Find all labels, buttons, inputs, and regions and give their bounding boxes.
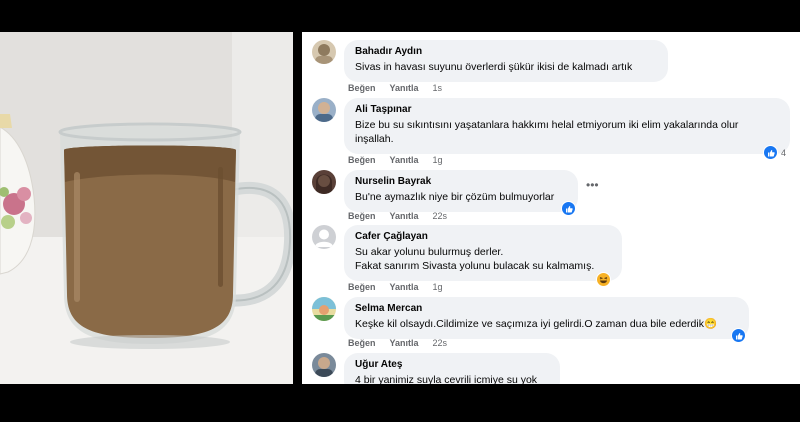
comment-time: 22s [432, 211, 448, 221]
like-link[interactable]: Beğen [348, 211, 376, 221]
comment-text: 4 bir yanimiz suyla cevrili icmiye su yo… [355, 374, 538, 384]
comments-panel[interactable]: Bahadır Aydın Sivas in havası suyunu öve… [302, 32, 800, 384]
comment-line: Bize bu su sıkıntısını yaşatanlara hakkı… [355, 119, 739, 131]
comment-author[interactable]: Bahadır Aydın [355, 45, 657, 58]
muddy-water-mug-image [0, 32, 293, 384]
comment-actions: Beğen Yanıtla 1s [348, 83, 456, 93]
comment-author[interactable]: Selma Mercan [355, 302, 738, 315]
comment-author[interactable]: Uğur Ateş [355, 358, 549, 371]
like-reaction-icon [561, 201, 576, 216]
reaction-summary[interactable] [731, 328, 746, 343]
reaction-summary[interactable] [596, 272, 611, 287]
comment-actions: Beğen Yanıtla 22s [348, 338, 461, 348]
avatar[interactable] [312, 225, 336, 249]
reply-link[interactable]: Yanıtla [390, 83, 419, 93]
avatar[interactable] [312, 40, 336, 64]
reaction-summary[interactable] [561, 201, 576, 216]
haha-reaction-icon [596, 272, 611, 287]
like-reaction-icon [731, 328, 746, 343]
comment-text: Keşke kil olsaydı.Cildimize ve saçımıza … [355, 318, 718, 330]
post-photo[interactable] [0, 32, 293, 384]
comment-author[interactable]: Nurselin Bayrak [355, 175, 567, 188]
reply-link[interactable]: Yanıtla [390, 282, 419, 292]
like-link[interactable]: Beğen [348, 83, 376, 93]
avatar[interactable] [312, 170, 336, 194]
avatar[interactable] [312, 297, 336, 321]
comment-time: 1s [432, 83, 443, 93]
comment-actions: Beğen Yanıtla 22s [348, 211, 461, 221]
comment-text: Sivas in havası suyunu överlerdi şükür i… [355, 61, 633, 73]
reply-link[interactable]: Yanıtla [390, 155, 419, 165]
comment-actions: Beğen Yanıtla 1g [348, 282, 457, 292]
comment-bubble: Uğur Ateş 4 bir yanimiz suyla cevrili ic… [344, 353, 560, 384]
like-reaction-icon [763, 145, 778, 160]
comment-line: Su akar yolunu bulurmuş derler. [355, 246, 504, 258]
reaction-count: 4 [781, 147, 787, 158]
comment-text: Bu'ne aymazlık niye bir çözüm bulmuyorla… [355, 191, 555, 203]
reply-link[interactable]: Yanıtla [390, 211, 419, 221]
comment-bubble: Cafer Çağlayan Su akar yolunu bulurmuş d… [344, 225, 622, 281]
avatar[interactable] [312, 353, 336, 377]
like-link[interactable]: Beğen [348, 155, 376, 165]
avatar[interactable] [312, 98, 336, 122]
comment-author[interactable]: Cafer Çağlayan [355, 230, 611, 243]
comment-bubble: Ali Taşpınar Bize bu su sıkıntısını yaşa… [344, 98, 790, 154]
comment-time: 1g [432, 282, 443, 292]
comment-author[interactable]: Ali Taşpınar [355, 103, 779, 116]
comment-bubble: Nurselin Bayrak Bu'ne aymazlık niye bir … [344, 170, 578, 212]
like-link[interactable]: Beğen [348, 338, 376, 348]
reaction-summary[interactable]: 4 [763, 145, 786, 160]
comment-time: 22s [432, 338, 448, 348]
comment-text: Bize bu su sıkıntısını yaşatanlara hakkı… [355, 118, 779, 146]
comment-line: inşallah. [355, 133, 394, 145]
like-link[interactable]: Beğen [348, 282, 376, 292]
comment-text: Su akar yolunu bulurmuş derler. Fakat sa… [355, 245, 611, 273]
comment-bubble: Selma Mercan Keşke kil olsaydı.Cildimize… [344, 297, 749, 339]
more-options-icon[interactable]: ••• [586, 178, 599, 192]
comment-bubble: Bahadır Aydın Sivas in havası suyunu öve… [344, 40, 668, 82]
comment-actions: Beğen Yanıtla 1g [348, 155, 457, 165]
reply-link[interactable]: Yanıtla [390, 338, 419, 348]
comment-line: Fakat sanırım Sivasta yolunu bulacak su … [355, 260, 595, 272]
comment-time: 1g [432, 155, 443, 165]
